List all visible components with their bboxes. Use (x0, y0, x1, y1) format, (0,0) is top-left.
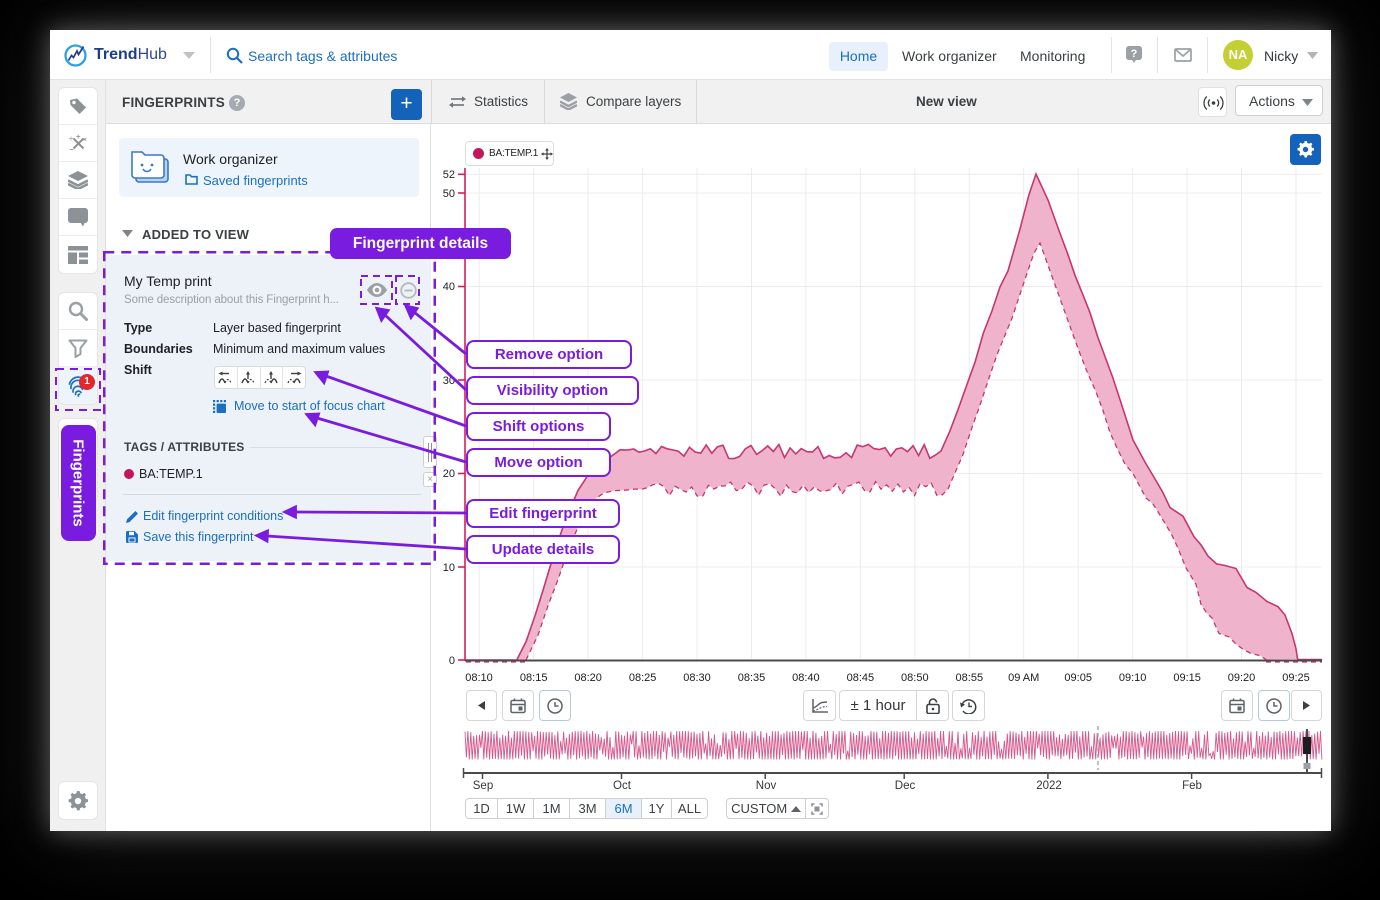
svg-text:Oct: Oct (613, 780, 632, 792)
svg-text:÷: ÷ (69, 134, 73, 143)
svg-text:20: 20 (443, 468, 455, 480)
svg-text:08:40: 08:40 (792, 672, 820, 684)
svg-text:09 AM: 09 AM (1008, 672, 1039, 684)
svg-text:08:15: 08:15 (520, 672, 548, 684)
svg-text:09:25: 09:25 (1282, 672, 1310, 684)
svg-text:09:15: 09:15 (1173, 672, 1201, 684)
svg-text:50: 50 (443, 188, 455, 200)
svg-text:10: 10 (443, 562, 455, 574)
svg-text:08:50: 08:50 (901, 672, 929, 684)
svg-text:09:10: 09:10 (1119, 672, 1147, 684)
svg-text:08:35: 08:35 (738, 672, 766, 684)
svg-text:Nov: Nov (756, 780, 777, 792)
svg-text:08:45: 08:45 (847, 672, 875, 684)
svg-text:08:25: 08:25 (629, 672, 657, 684)
svg-text:09:20: 09:20 (1228, 672, 1256, 684)
svg-text:Feb: Feb (1182, 780, 1202, 792)
svg-text:08:55: 08:55 (956, 672, 984, 684)
svg-text:?: ? (1131, 48, 1138, 60)
svg-text:09:05: 09:05 (1064, 672, 1092, 684)
svg-text:0: 0 (449, 655, 455, 667)
svg-text:08:10: 08:10 (465, 672, 493, 684)
svg-text:08:20: 08:20 (574, 672, 602, 684)
svg-text:40: 40 (443, 281, 455, 293)
svg-text:+: + (76, 133, 81, 141)
svg-text:52: 52 (443, 169, 455, 181)
svg-text:−: − (70, 145, 75, 153)
svg-text:Sep: Sep (473, 780, 493, 792)
svg-text:30: 30 (443, 375, 455, 387)
svg-text:08:30: 08:30 (683, 672, 711, 684)
svg-text:Dec: Dec (895, 780, 916, 792)
svg-text:×: × (83, 137, 87, 144)
svg-text:2022: 2022 (1036, 780, 1062, 792)
